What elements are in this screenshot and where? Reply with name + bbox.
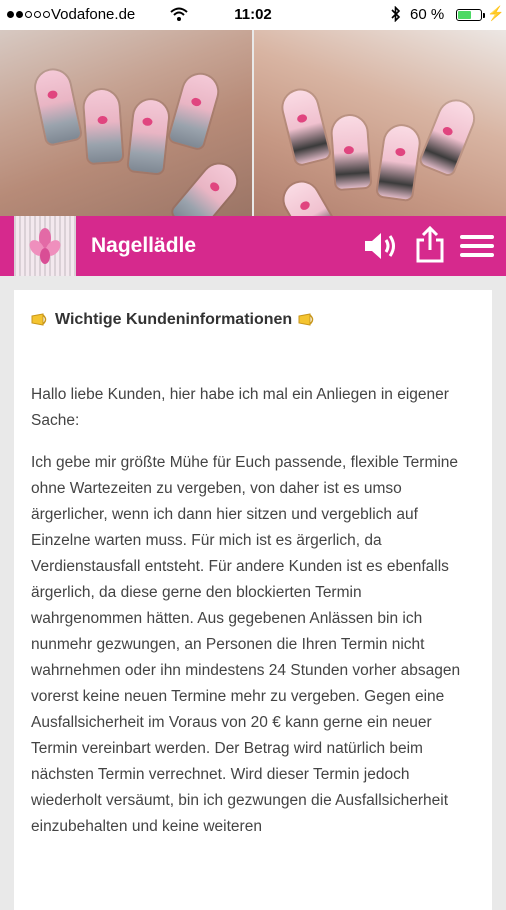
bluetooth-icon (391, 6, 401, 22)
article-paragraph: Ich gebe mir größte Mühe für Euch passen… (31, 454, 461, 835)
app-bar: Nagellädle (0, 216, 506, 276)
content-card: Wichtige Kundeninformationen Hallo liebe… (14, 290, 492, 910)
share-icon[interactable] (412, 226, 448, 264)
battery-icon (456, 9, 485, 21)
status-bar: Vodafone.de 11:02 60 % ⚡ (0, 0, 506, 30)
horn-icon (298, 313, 314, 326)
nail-art-photo-right (254, 30, 506, 216)
header-images (0, 30, 506, 216)
app-logo[interactable] (14, 216, 76, 276)
article-title: Wichtige Kundeninformationen (55, 311, 293, 328)
battery-percentage: 60 % (410, 6, 445, 23)
article-paragraph: Hallo liebe Kunden, hier habe ich mal ei… (31, 386, 449, 429)
charging-icon: ⚡ (487, 5, 505, 21)
menu-icon[interactable] (459, 230, 495, 262)
speaker-icon[interactable] (362, 230, 398, 262)
article-heading: Wichtige Kundeninformationen (31, 311, 316, 329)
app-title: Nagellädle (91, 234, 197, 257)
horn-icon (31, 313, 47, 326)
nail-art-photo-left (0, 30, 252, 216)
